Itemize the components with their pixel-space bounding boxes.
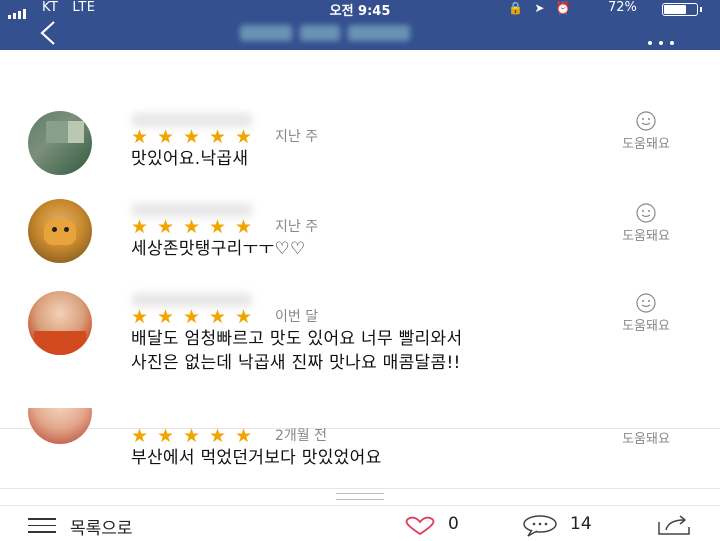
star-icon: ★ [157, 425, 175, 447]
status-bar: KT LTE 오전 9:45 🔒 ➤ ⏰ 72% [0, 0, 720, 19]
smiley-icon [636, 203, 656, 223]
review-text: 배달도 엄청빠르고 맛도 있어요 너무 빨리와서 사진은 없는데 낙곱새 진짜 … [131, 327, 462, 375]
star-icon: ★ [131, 425, 149, 447]
review-text: 맛있어요.낙곱새 [131, 149, 249, 169]
reviewer-name-redacted [132, 113, 252, 127]
share-icon [658, 515, 690, 535]
star-icon: ★ [235, 216, 253, 238]
back-button[interactable] [36, 18, 62, 48]
helpful-button[interactable]: 도움돼요 [604, 293, 688, 334]
review-item: ★ ★ ★ ★ ★ 지난 주 도움돼요 맛있어요.낙곱새 [0, 105, 720, 185]
heart-icon [405, 516, 435, 536]
status-icons: 🔒 ➤ ⏰ [508, 1, 571, 15]
ellipsis-icon [648, 41, 652, 45]
helpful-button[interactable]: 도움돼요 [604, 203, 688, 244]
star-icon: ★ [209, 306, 227, 328]
smiley-icon [636, 293, 656, 313]
avatar [28, 111, 92, 175]
like-count: 0 [448, 514, 459, 534]
star-rating: ★ ★ ★ ★ ★ [131, 426, 261, 446]
battery-icon [662, 3, 702, 16]
star-icon: ★ [209, 425, 227, 447]
helpful-button[interactable]: 도움돼요 [604, 111, 688, 152]
review-text-line: 배달도 엄청빠르고 맛도 있어요 너무 빨리와서 [131, 329, 463, 349]
review-item: ★ ★ ★ ★ ★ 이번 달 도움돼요 배달도 엄청빠르고 맛도 있어요 너무 빨리와서… [0, 285, 720, 395]
bottom-bar: 목록으로 0 14 [0, 505, 720, 541]
review-time: 2개월 전 [275, 428, 327, 444]
helpful-button[interactable]: 도움돼요 [604, 428, 688, 447]
chevron-left-icon [40, 21, 55, 45]
star-icon: ★ [209, 126, 227, 148]
list-icon [28, 518, 56, 538]
alarm-icon: ⏰ [555, 1, 571, 15]
star-icon: ★ [235, 126, 253, 148]
star-icon: ★ [183, 425, 201, 447]
star-icon: ★ [183, 306, 201, 328]
review-item: ★ ★ ★ ★ ★ 2개월 전 도움돼요 부산에서 먹었던거보다 맛있었어요 [0, 408, 720, 488]
star-rating: ★ ★ ★ ★ ★ [131, 307, 261, 327]
star-rating: ★ ★ ★ ★ ★ [131, 217, 261, 237]
divider [0, 488, 720, 489]
star-icon: ★ [235, 306, 253, 328]
helpful-label: 도움돼요 [622, 229, 670, 244]
share-button[interactable] [656, 514, 696, 538]
reviewer-name-redacted [132, 203, 252, 217]
review-time: 이번 달 [275, 309, 319, 325]
battery-percent: 72% [608, 0, 637, 15]
star-icon: ★ [157, 126, 175, 148]
comment-count: 14 [570, 514, 592, 534]
more-button[interactable] [648, 30, 688, 45]
top-bar: KT LTE 오전 9:45 🔒 ➤ ⏰ 72% [0, 0, 720, 50]
star-rating: ★ ★ ★ ★ ★ [131, 127, 261, 147]
star-icon: ★ [157, 306, 175, 328]
speech-bubble-icon [523, 515, 557, 537]
drag-handle[interactable] [336, 493, 384, 500]
back-to-list-label: 목록으로 [70, 519, 133, 539]
star-icon: ★ [131, 216, 149, 238]
review-text: 세상존맛탱구리ㅜㅜ♡♡ [131, 239, 306, 259]
smiley-icon [636, 111, 656, 131]
helpful-label: 도움돼요 [622, 319, 670, 334]
review-text: 부산에서 먹었던거보다 맛있었어요 [131, 448, 382, 468]
reviewer-name-redacted [132, 293, 252, 307]
star-icon: ★ [131, 306, 149, 328]
avatar [28, 291, 92, 355]
review-item: ★ ★ ★ ★ ★ 지난 주 도움돼요 세상존맛탱구리ㅜㅜ♡♡ [0, 195, 720, 275]
page-title-redacted [240, 20, 480, 46]
star-icon: ★ [131, 126, 149, 148]
avatar [28, 199, 92, 263]
star-icon: ★ [209, 216, 227, 238]
helpful-label: 도움돼요 [622, 432, 670, 447]
review-text-line: 사진은 없는데 낙곱새 진짜 맛나요 매콤달콤!! [131, 353, 461, 373]
helpful-label: 도움돼요 [622, 137, 670, 152]
location-icon: ➤ [534, 1, 545, 15]
review-time: 지난 주 [275, 219, 319, 235]
star-icon: ★ [183, 216, 201, 238]
battery-fill [664, 5, 686, 14]
avatar [28, 408, 92, 444]
review-time: 지난 주 [275, 129, 319, 145]
lock-rotation-icon: 🔒 [508, 1, 523, 15]
star-icon: ★ [235, 425, 253, 447]
star-icon: ★ [183, 126, 201, 148]
star-icon: ★ [157, 216, 175, 238]
